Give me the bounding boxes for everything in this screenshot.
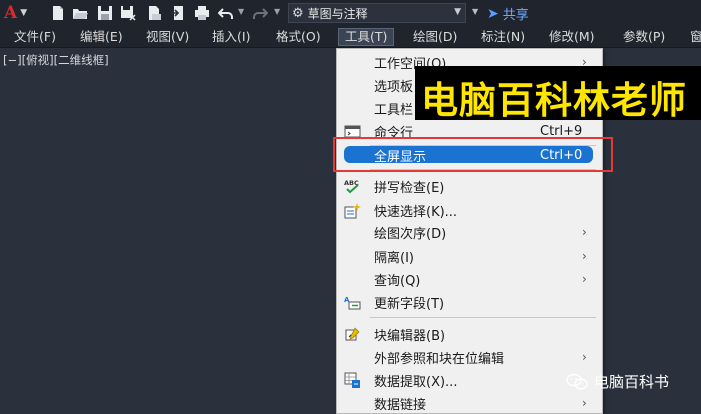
workspace-select[interactable]: ⚙ 草图与注释 ▼ [288,3,466,23]
spell-check-icon: ABC [344,178,361,195]
redo-icon[interactable] [252,5,268,21]
paper-plane-icon: ➤ [487,5,499,22]
open-folder-icon[interactable] [72,5,88,21]
menu-item-label: 数据链接 [374,397,427,413]
import-icon[interactable] [170,5,186,21]
share-button[interactable]: ➤ 共享 [487,4,529,24]
watermark-banner: 电脑百科林老师 [415,66,701,120]
menu-modify[interactable]: 修改(M) [543,28,601,46]
menu-parametric[interactable]: 参数(P) [617,28,671,46]
menu-item-label: 选项板 [374,79,414,95]
chevron-right-icon: › [582,350,587,364]
block-editor-icon [344,326,361,343]
menu-item-label: 隔离(I) [374,250,414,266]
app-menu-button[interactable]: A ▼ [4,2,34,24]
annotation-highlight-box [333,137,613,172]
menu-item-label: 数据提取(X)... [374,374,458,390]
watermark-banner-text: 电脑百科林老师 [421,79,687,120]
menu-insert[interactable]: 插入(I) [206,28,256,46]
app-logo: A [4,3,18,23]
wechat-icon [566,373,588,390]
workspace-name: 草图与注释 [307,6,368,21]
menu-item-label: 快速选择(K)... [374,204,458,220]
quick-access-toolbar: A ▼ ▼ ▼ ⚙ 草图与注释 ▼ ▼ ➤ 共享 [0,0,701,26]
export-file-icon[interactable] [146,5,162,21]
menu-item-xref-inplace-edit[interactable]: 外部参照和块在位编辑 › [337,346,602,368]
menu-item-label: 块编辑器(B) [374,328,446,344]
menu-item-label: 更新字段(T) [374,296,445,312]
chevron-down-icon: ▼ [454,7,461,17]
data-extraction-icon [344,372,361,389]
menu-separator [370,317,596,318]
menu-item-label: 查询(Q) [374,273,421,289]
account-name: 电脑百科书 [594,373,670,391]
menu-bar: 文件(F) 编辑(E) 视图(V) 插入(I) 格式(O) 工具(T) 绘图(D… [0,26,701,48]
quick-select-icon [344,202,361,219]
account-watermark: 电脑百科书 [566,371,669,392]
menu-edit[interactable]: 编辑(E) [74,28,129,46]
print-icon[interactable] [194,5,210,21]
menu-item-block-editor[interactable]: 块编辑器(B) [337,323,602,345]
new-file-icon[interactable] [50,5,66,21]
gear-icon: ⚙ [292,5,304,21]
chevron-down-icon: ▼ [20,8,28,18]
menu-item-draw-order[interactable]: 绘图次序(D) › [337,221,602,243]
chevron-right-icon: › [582,225,587,239]
menu-item-isolate[interactable]: 隔离(I) › [337,245,602,267]
menu-view[interactable]: 视图(V) [140,28,195,46]
save-icon[interactable] [97,5,113,21]
menu-item-data-links[interactable]: 数据链接 › [337,392,602,413]
menu-item-update-fields[interactable]: A 更新字段(T) [337,291,602,313]
chevron-right-icon: › [582,396,587,410]
menu-format[interactable]: 格式(O) [270,28,327,46]
undo-icon[interactable] [218,5,234,21]
menu-window[interactable]: 窗 [684,28,701,46]
update-fields-icon: A [344,294,361,311]
menu-tools[interactable]: 工具(T) [338,28,395,46]
menu-item-label: 绘图次序(D) [374,226,447,242]
menu-dimension[interactable]: 标注(N) [475,28,531,46]
menu-item-label: 拼写检查(E) [374,180,445,196]
chevron-right-icon: › [582,249,587,263]
menu-item-inquiry[interactable]: 查询(Q) › [337,268,602,290]
menu-item-label: 外部参照和块在位编辑 [374,351,505,367]
share-label: 共享 [502,8,529,23]
chevron-right-icon: › [582,272,587,286]
menu-item-data-extraction[interactable]: 数据提取(X)... [337,369,602,391]
undo-dropdown-icon[interactable]: ▼ [238,7,244,16]
menu-draw[interactable]: 绘图(D) [407,28,463,46]
save-as-icon[interactable] [120,5,136,21]
redo-dropdown-icon[interactable]: ▼ [274,7,280,16]
menu-file[interactable]: 文件(F) [8,28,62,46]
menu-item-label: 工具栏 [374,102,414,118]
viewport-controls[interactable]: [−][俯视][二维线框] [3,52,109,68]
customize-toolbar-icon[interactable]: ▼ [472,7,478,16]
menu-item-quick-select[interactable]: 快速选择(K)... [337,199,602,221]
menu-item-spell-check[interactable]: ABC 拼写检查(E) [337,175,602,197]
